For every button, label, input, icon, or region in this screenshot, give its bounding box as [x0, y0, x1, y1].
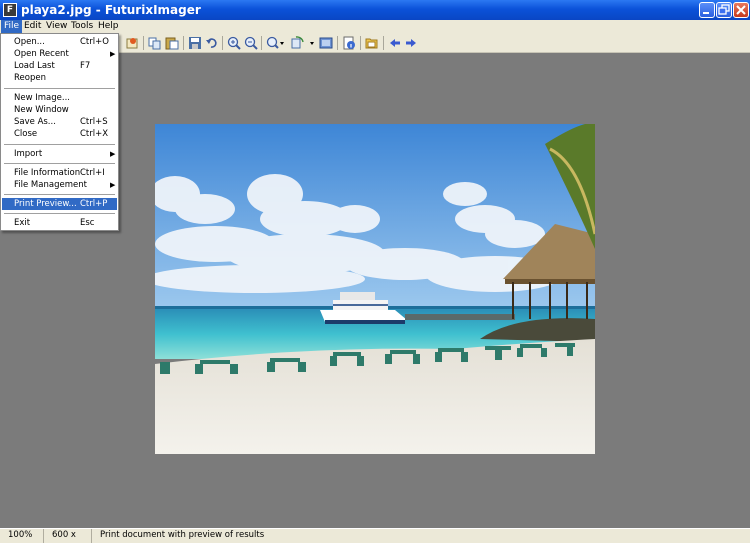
- menu-help[interactable]: Help: [95, 20, 122, 33]
- menu-item-open-recent[interactable]: Open Recent ▶: [2, 48, 117, 60]
- menu-item-exit[interactable]: Exit Esc: [2, 217, 117, 229]
- zoom-level: 100%: [0, 529, 44, 543]
- menu-item-print-preview[interactable]: Print Preview... Ctrl+P: [2, 198, 117, 210]
- toolbar-separator: [143, 36, 144, 50]
- menu-separator: [4, 163, 115, 164]
- title-bar: F playa2.jpg - FuturixImager: [0, 0, 750, 20]
- menu-item-reopen[interactable]: Reopen: [2, 72, 117, 84]
- menu-file[interactable]: File: [1, 20, 23, 33]
- file-menu: Open... Ctrl+O Open Recent ▶ Load Last F7 R…: [0, 33, 119, 231]
- save-icon[interactable]: [188, 36, 202, 50]
- menu-item-new-image[interactable]: New Image...: [2, 92, 117, 104]
- toolbar-separator: [261, 36, 262, 50]
- info-icon[interactable]: [342, 36, 356, 50]
- paste-icon[interactable]: [165, 36, 179, 50]
- image-dimensions: 600 x 450: [44, 529, 92, 543]
- toolbar-separator: [360, 36, 361, 50]
- menu-item-import[interactable]: Import ▶: [2, 148, 117, 160]
- toolbar-separator: [183, 36, 184, 50]
- menu-item-close[interactable]: Close Ctrl+X: [2, 128, 117, 140]
- menu-item-file-management[interactable]: File Management ▶: [2, 179, 117, 191]
- previous-icon[interactable]: [388, 36, 402, 50]
- menu-view[interactable]: View: [43, 20, 70, 33]
- close-button[interactable]: [733, 2, 749, 18]
- toolbar-separator: [337, 36, 338, 50]
- menu-item-open[interactable]: Open... Ctrl+O: [2, 36, 117, 48]
- toolbar-separator: [222, 36, 223, 50]
- menu-separator: [4, 88, 115, 89]
- menu-item-new-window[interactable]: New Window: [2, 104, 117, 116]
- minimize-button[interactable]: [699, 2, 715, 18]
- status-bar: 100% 600 x 450 Print document with previ…: [0, 528, 750, 543]
- menu-separator: [4, 194, 115, 195]
- close-icon: [736, 5, 746, 15]
- settings-icon[interactable]: [125, 36, 139, 50]
- undo-icon[interactable]: [205, 36, 219, 50]
- maximize-button[interactable]: [716, 2, 732, 18]
- menu-bar: File Edit View Tools Help: [0, 20, 750, 33]
- minimize-icon: [703, 12, 709, 14]
- zoom-out-icon[interactable]: [244, 36, 258, 50]
- menu-tools[interactable]: Tools: [68, 20, 96, 33]
- status-message: Print document with preview of results: [100, 530, 265, 540]
- copy-icon[interactable]: [148, 36, 162, 50]
- menu-item-file-information[interactable]: File Information Ctrl+I: [2, 167, 117, 179]
- beach-photo: [155, 124, 595, 454]
- zoom-in-icon[interactable]: [227, 36, 241, 50]
- menu-separator: [4, 213, 115, 214]
- fullscreen-icon[interactable]: [319, 36, 333, 50]
- menu-item-load-last[interactable]: Load Last F7: [2, 60, 117, 72]
- window-title: playa2.jpg - FuturixImager: [21, 3, 201, 17]
- submenu-arrow-icon: ▶: [110, 50, 116, 58]
- restore-icon: [718, 4, 730, 15]
- toolbar-separator: [383, 36, 384, 50]
- menu-edit[interactable]: Edit: [21, 20, 44, 33]
- submenu-arrow-icon: ▶: [110, 150, 116, 158]
- open-folder-icon[interactable]: [365, 36, 379, 50]
- menu-item-save-as[interactable]: Save As... Ctrl+S: [2, 116, 117, 128]
- zoom-dropdown-icon[interactable]: [266, 36, 285, 50]
- submenu-arrow-icon: ▶: [110, 181, 116, 189]
- rotate-dropdown-icon[interactable]: [290, 36, 316, 50]
- app-icon[interactable]: F: [3, 3, 17, 17]
- menu-separator: [4, 144, 115, 145]
- next-icon[interactable]: [404, 36, 418, 50]
